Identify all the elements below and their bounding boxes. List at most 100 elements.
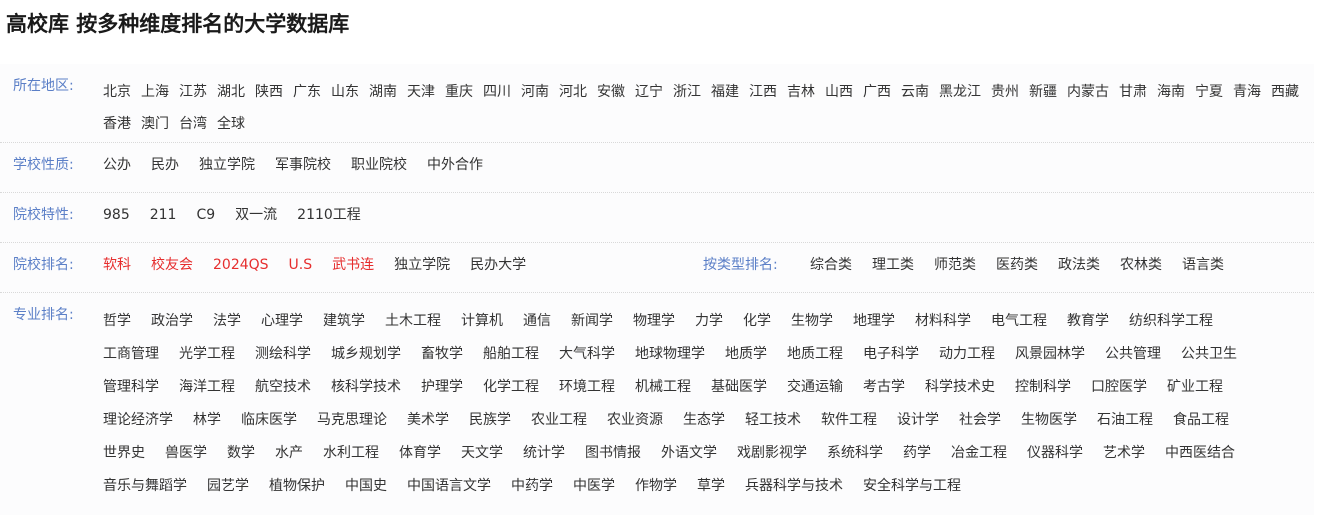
major-filter-item[interactable]: 中国史	[345, 470, 387, 503]
region-filter-item[interactable]: 贵州	[991, 76, 1019, 108]
region-filter-item[interactable]: 上海	[141, 76, 169, 108]
feature-filter-item[interactable]: 双一流	[235, 205, 277, 225]
major-filter-item[interactable]: 作物学	[635, 470, 677, 503]
nature-filter-item[interactable]: 中外合作	[427, 155, 483, 175]
region-filter-item[interactable]: 河北	[559, 76, 587, 108]
major-filter-item[interactable]: 食品工程	[1173, 404, 1229, 437]
region-filter-item[interactable]: 山东	[331, 76, 359, 108]
region-filter-item[interactable]: 西藏	[1271, 76, 1299, 108]
major-filter-item[interactable]: 马克思理论	[317, 404, 387, 437]
region-filter-item[interactable]: 福建	[711, 76, 739, 108]
type-ranking-item[interactable]: 农林类	[1120, 255, 1162, 275]
major-filter-item[interactable]: 冶金工程	[951, 437, 1007, 470]
major-filter-item[interactable]: 图书情报	[585, 437, 641, 470]
major-filter-item[interactable]: 管理科学	[103, 371, 159, 404]
major-filter-item[interactable]: 政治学	[151, 305, 193, 338]
major-filter-item[interactable]: 光学工程	[179, 338, 235, 371]
major-filter-item[interactable]: 药学	[903, 437, 931, 470]
major-filter-item[interactable]: 外语文学	[661, 437, 717, 470]
major-filter-item[interactable]: 航空技术	[255, 371, 311, 404]
major-filter-item[interactable]: 土木工程	[385, 305, 441, 338]
region-filter-item[interactable]: 浙江	[673, 76, 701, 108]
major-filter-item[interactable]: 环境工程	[559, 371, 615, 404]
major-filter-item[interactable]: 林学	[193, 404, 221, 437]
region-filter-item[interactable]: 河南	[521, 76, 549, 108]
major-filter-item[interactable]: 城乡规划学	[331, 338, 401, 371]
major-filter-item[interactable]: 基础医学	[711, 371, 767, 404]
major-filter-item[interactable]: 船舶工程	[483, 338, 539, 371]
major-filter-item[interactable]: 动力工程	[939, 338, 995, 371]
major-filter-item[interactable]: 生物医学	[1021, 404, 1077, 437]
type-ranking-item[interactable]: 理工类	[872, 255, 914, 275]
major-filter-item[interactable]: 测绘科学	[255, 338, 311, 371]
major-filter-item[interactable]: 民族学	[469, 404, 511, 437]
ranking-filter-item[interactable]: 独立学院	[394, 255, 450, 275]
region-filter-item[interactable]: 广西	[863, 76, 891, 108]
major-filter-item[interactable]: 园艺学	[207, 470, 249, 503]
major-filter-item[interactable]: 生物学	[791, 305, 833, 338]
major-filter-item[interactable]: 安全科学与工程	[863, 470, 961, 503]
ranking-filter-item[interactable]: 软科	[103, 255, 131, 275]
major-filter-item[interactable]: 控制科学	[1015, 371, 1071, 404]
major-filter-item[interactable]: 轻工技术	[745, 404, 801, 437]
region-filter-item[interactable]: 甘肃	[1119, 76, 1147, 108]
major-filter-item[interactable]: 植物保护	[269, 470, 325, 503]
major-filter-item[interactable]: 戏剧影视学	[737, 437, 807, 470]
type-ranking-item[interactable]: 政法类	[1058, 255, 1100, 275]
major-filter-item[interactable]: 地球物理学	[635, 338, 705, 371]
major-filter-item[interactable]: 计算机	[461, 305, 503, 338]
major-filter-item[interactable]: 交通运输	[787, 371, 843, 404]
major-filter-item[interactable]: 心理学	[261, 305, 303, 338]
major-filter-item[interactable]: 理论经济学	[103, 404, 173, 437]
region-filter-item[interactable]: 四川	[483, 76, 511, 108]
major-filter-item[interactable]: 通信	[523, 305, 551, 338]
major-filter-item[interactable]: 体育学	[399, 437, 441, 470]
major-filter-item[interactable]: 软件工程	[821, 404, 877, 437]
major-filter-item[interactable]: 农业资源	[607, 404, 663, 437]
region-filter-item[interactable]: 青海	[1233, 76, 1261, 108]
nature-filter-item[interactable]: 军事院校	[275, 155, 331, 175]
region-filter-item[interactable]: 海南	[1157, 76, 1185, 108]
major-filter-item[interactable]: 设计学	[897, 404, 939, 437]
region-filter-item[interactable]: 江西	[749, 76, 777, 108]
region-filter-item[interactable]: 内蒙古	[1067, 76, 1109, 108]
major-filter-item[interactable]: 仪器科学	[1027, 437, 1083, 470]
major-filter-item[interactable]: 护理学	[421, 371, 463, 404]
major-filter-item[interactable]: 矿业工程	[1167, 371, 1223, 404]
ranking-filter-item[interactable]: 武书连	[332, 255, 374, 275]
region-filter-item[interactable]: 吉林	[787, 76, 815, 108]
major-filter-item[interactable]: 工商管理	[103, 338, 159, 371]
major-filter-item[interactable]: 生态学	[683, 404, 725, 437]
major-filter-item[interactable]: 农业工程	[531, 404, 587, 437]
region-filter-item[interactable]: 新疆	[1029, 76, 1057, 108]
major-filter-item[interactable]: 地理学	[853, 305, 895, 338]
region-filter-item[interactable]: 澳门	[141, 108, 169, 140]
ranking-filter-item[interactable]: U.S	[289, 255, 313, 275]
major-filter-item[interactable]: 海洋工程	[179, 371, 235, 404]
major-filter-item[interactable]: 水利工程	[323, 437, 379, 470]
major-filter-item[interactable]: 水产	[275, 437, 303, 470]
region-filter-item[interactable]: 湖北	[217, 76, 245, 108]
nature-filter-item[interactable]: 独立学院	[199, 155, 255, 175]
region-filter-item[interactable]: 广东	[293, 76, 321, 108]
major-filter-item[interactable]: 中西医结合	[1165, 437, 1235, 470]
major-filter-item[interactable]: 化学	[743, 305, 771, 338]
feature-filter-item[interactable]: 2110工程	[297, 205, 361, 225]
major-filter-item[interactable]: 电气工程	[991, 305, 1047, 338]
major-filter-item[interactable]: 天文学	[461, 437, 503, 470]
major-filter-item[interactable]: 地质工程	[787, 338, 843, 371]
region-filter-item[interactable]: 黑龙江	[939, 76, 981, 108]
major-filter-item[interactable]: 核科学技术	[331, 371, 401, 404]
major-filter-item[interactable]: 哲学	[103, 305, 131, 338]
major-filter-item[interactable]: 纺织科学工程	[1129, 305, 1213, 338]
type-ranking-item[interactable]: 语言类	[1182, 255, 1224, 275]
major-filter-item[interactable]: 新闻学	[571, 305, 613, 338]
major-filter-item[interactable]: 电子科学	[863, 338, 919, 371]
major-filter-item[interactable]: 艺术学	[1103, 437, 1145, 470]
major-filter-item[interactable]: 公共管理	[1105, 338, 1161, 371]
major-filter-item[interactable]: 机械工程	[635, 371, 691, 404]
region-filter-item[interactable]: 安徽	[597, 76, 625, 108]
major-filter-item[interactable]: 口腔医学	[1091, 371, 1147, 404]
major-filter-item[interactable]: 美术学	[407, 404, 449, 437]
major-filter-item[interactable]: 中国语言文学	[407, 470, 491, 503]
